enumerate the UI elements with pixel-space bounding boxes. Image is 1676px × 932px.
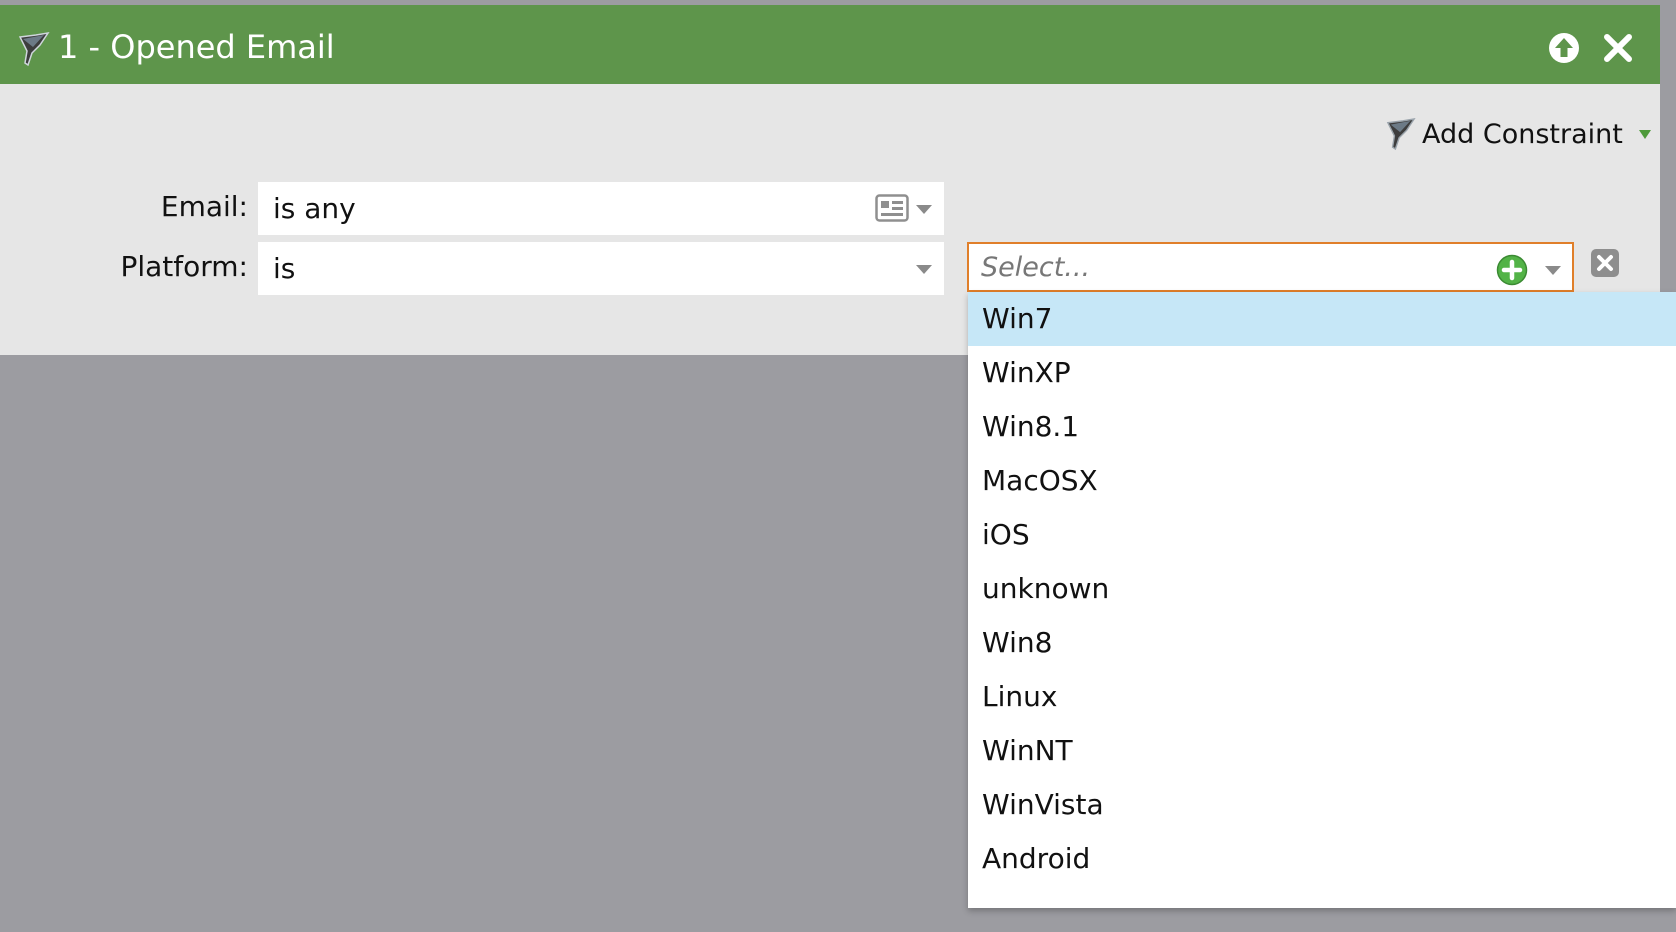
chevron-down-icon[interactable]	[915, 203, 933, 215]
chevron-down-icon[interactable]	[915, 263, 933, 275]
add-value-icon[interactable]	[1496, 254, 1528, 286]
funnel-icon	[1386, 118, 1416, 151]
add-constraint-label: Add Constraint	[1422, 118, 1623, 150]
platform-options-list: Win7 WinXP Win8.1 MacOSX iOS unknown Win…	[968, 292, 1676, 908]
email-operator-select[interactable]: is any	[258, 182, 944, 235]
platform-option-ios[interactable]: iOS	[968, 508, 1676, 562]
platform-option-winnt[interactable]: WinNT	[968, 724, 1676, 778]
email-card-icon[interactable]	[875, 194, 909, 222]
platform-option-android[interactable]: Android	[968, 832, 1676, 886]
platform-label: Platform:	[120, 250, 248, 283]
filter-header: 1 - Opened Email	[0, 5, 1660, 84]
platform-operator-value: is	[273, 252, 296, 285]
platform-value-input[interactable]: Select...	[967, 242, 1574, 292]
platform-option-win8-1[interactable]: Win8.1	[968, 400, 1676, 454]
platform-option-win8[interactable]: Win8	[968, 616, 1676, 670]
filter-title: 1 - Opened Email	[58, 28, 335, 66]
move-up-icon[interactable]	[1548, 32, 1580, 64]
platform-option-unknown[interactable]: unknown	[968, 562, 1676, 616]
platform-operator-select[interactable]: is	[258, 242, 944, 295]
remove-row-icon[interactable]	[1590, 248, 1620, 278]
email-operator-value: is any	[273, 192, 356, 225]
email-label: Email:	[160, 190, 248, 223]
platform-option-linux[interactable]: Linux	[968, 670, 1676, 724]
caret-down-icon	[1638, 130, 1651, 139]
platform-option-winvista[interactable]: WinVista	[968, 778, 1676, 832]
platform-option-macosx[interactable]: MacOSX	[968, 454, 1676, 508]
platform-option-win7[interactable]: Win7	[968, 292, 1676, 346]
platform-value-placeholder: Select...	[981, 252, 1091, 283]
close-icon[interactable]	[1602, 32, 1634, 64]
add-constraint-button[interactable]: Add Constraint	[1386, 114, 1653, 154]
funnel-icon	[18, 31, 50, 67]
chevron-down-icon[interactable]	[1544, 264, 1562, 276]
platform-option-winxp[interactable]: WinXP	[968, 346, 1676, 400]
